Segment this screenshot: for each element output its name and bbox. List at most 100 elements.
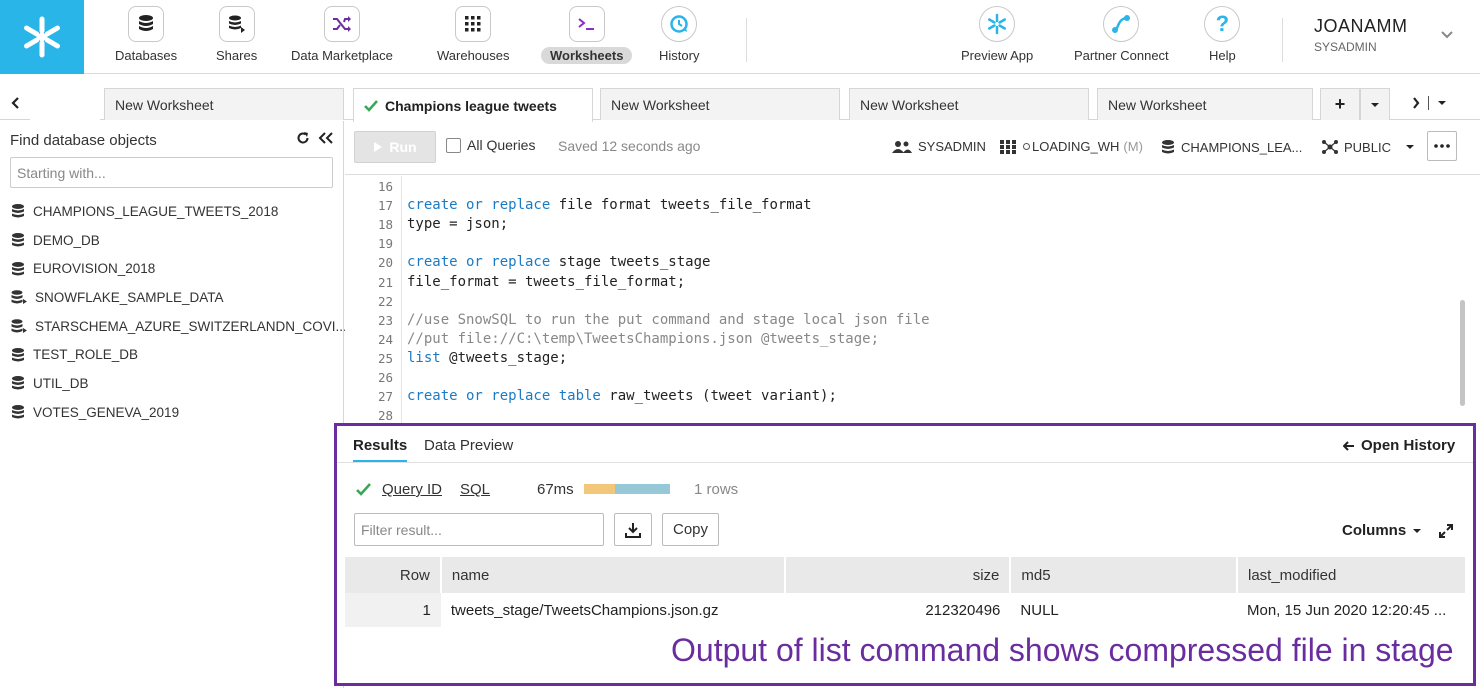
- results-tabs: Results Data Preview Open History: [337, 426, 1473, 463]
- nav-shares[interactable]: Shares: [207, 6, 266, 68]
- database-selector[interactable]: CHAMPIONS_LEA...: [1160, 139, 1302, 155]
- query-duration-bar: [584, 484, 670, 494]
- sidebar-item-shared-database[interactable]: SNOWFLAKE_SAMPLE_DATA: [10, 283, 340, 312]
- code-line[interactable]: 21 file_format = tweets_file_format;: [345, 273, 1445, 292]
- column-header-row[interactable]: Row: [345, 557, 442, 593]
- role-selector[interactable]: SYSADMIN: [891, 139, 986, 154]
- user-menu[interactable]: JOANAMM SYSADMIN: [1314, 16, 1408, 54]
- tab-champions-league-tweets[interactable]: Champions league tweets: [353, 88, 593, 122]
- tab-worksheet[interactable]: New Worksheet: [849, 88, 1089, 120]
- copy-button[interactable]: Copy: [662, 513, 719, 546]
- saved-status: Saved 12 seconds ago: [558, 138, 701, 154]
- warehouse-selector[interactable]: LOADING_WH (M): [1000, 139, 1143, 154]
- tab-data-preview[interactable]: Data Preview: [424, 437, 513, 460]
- refresh-icon[interactable]: [296, 131, 310, 145]
- more-options-button[interactable]: [1427, 131, 1457, 161]
- code-line[interactable]: 22: [345, 292, 1445, 311]
- warehouse-grid-icon: [455, 6, 492, 42]
- all-queries-checkbox[interactable]: All Queries: [446, 137, 535, 153]
- sidebar-item-database[interactable]: UTIL_DB: [10, 369, 340, 398]
- code-line[interactable]: 16: [345, 177, 1445, 196]
- tab-worksheet[interactable]: New Worksheet: [104, 88, 344, 120]
- chevron-left-icon[interactable]: [8, 94, 24, 112]
- chevron-right-icon[interactable]: [1412, 97, 1420, 109]
- column-header-name[interactable]: name: [440, 557, 786, 593]
- code-line[interactable]: 18 type = json;: [345, 215, 1445, 234]
- sidebar-item-database[interactable]: CHAMPIONS_LEAGUE_TWEETS_2018: [10, 197, 340, 226]
- nav-data-marketplace[interactable]: Data Marketplace: [282, 6, 402, 68]
- columns-dropdown[interactable]: Columns: [1342, 522, 1422, 539]
- sql-keyword: list: [407, 349, 441, 366]
- code-line[interactable]: 20 create or replace stage tweets_stage: [345, 253, 1445, 272]
- warehouse-status-dot: [1023, 143, 1030, 150]
- sidebar-item-shared-database[interactable]: STARSCHEMA_AZURE_SWITZERLANDN_COVI...: [10, 312, 347, 341]
- code-line[interactable]: 26: [345, 368, 1445, 387]
- nav-warehouses[interactable]: Warehouses: [428, 6, 519, 68]
- column-header-size[interactable]: size: [784, 557, 1012, 593]
- sidebar-item-database[interactable]: VOTES_GENEVA_2019: [10, 398, 340, 427]
- nav-label: History: [659, 48, 700, 63]
- chevron-down-icon[interactable]: [1440, 28, 1454, 42]
- code-line[interactable]: 17 create or replace file format tweets_f…: [345, 196, 1445, 215]
- column-header-md5[interactable]: md5: [1010, 557, 1238, 593]
- code-line[interactable]: 24 //put file://C:\temp\TweetsChampions.j…: [345, 330, 1445, 349]
- line-number: 20: [377, 255, 393, 271]
- table-row[interactable]: 1 tweets_stage/TweetsChampions.json.gz 2…: [345, 593, 1466, 627]
- code-line[interactable]: 27 create or replace table raw_tweets (tw…: [345, 387, 1445, 406]
- sidebar-item-label: TEST_ROLE_DB: [33, 347, 139, 363]
- code-line[interactable]: 25 list @tweets_stage;: [345, 349, 1445, 368]
- nav-label: Warehouses: [437, 48, 510, 63]
- code-line[interactable]: 23 //use SnowSQL to run the put command a…: [345, 311, 1445, 330]
- sidebar-item-database[interactable]: TEST_ROLE_DB: [10, 340, 340, 369]
- tabs-dropdown-button[interactable]: [1360, 88, 1390, 120]
- expand-icon[interactable]: [1439, 524, 1453, 538]
- cell-size: 212320496: [925, 601, 1001, 619]
- nav-help[interactable]: ? Help: [1200, 6, 1245, 68]
- database-label: CHAMPIONS_LEA...: [1181, 139, 1303, 155]
- nav-preview-app[interactable]: Preview App: [952, 6, 1042, 68]
- sidebar-item-database[interactable]: DEMO_DB: [10, 226, 340, 255]
- nav-partner-connect[interactable]: Partner Connect: [1065, 6, 1178, 68]
- nav-worksheets[interactable]: Worksheets: [541, 6, 633, 68]
- tab-results[interactable]: Results: [353, 437, 408, 462]
- database-search-input[interactable]: [10, 157, 333, 188]
- filter-result-input[interactable]: [354, 513, 604, 546]
- tab-worksheet[interactable]: New Worksheet: [1097, 88, 1313, 120]
- sql-editor[interactable]: 16 17 create or replace file format tweets…: [345, 176, 1480, 424]
- collapse-sidebar-icon[interactable]: [318, 132, 334, 144]
- add-worksheet-button[interactable]: +: [1320, 88, 1360, 120]
- caret-down-icon[interactable]: [1437, 99, 1447, 107]
- query-id-link[interactable]: Query ID: [382, 481, 442, 498]
- sql-keyword: create or replace table: [407, 388, 601, 405]
- nav-history[interactable]: History: [650, 6, 708, 68]
- caret-down-icon: [1371, 102, 1379, 107]
- cell-row: 1: [345, 593, 441, 627]
- line-number: 16: [377, 179, 393, 194]
- column-header-last-modified[interactable]: last_modified: [1236, 557, 1468, 593]
- schema-icon: [1322, 140, 1338, 154]
- tab-hidden-partial[interactable]: [30, 88, 100, 120]
- sidebar-item-database[interactable]: EUROVISION_2018: [10, 254, 340, 283]
- help-icon: ?: [1204, 6, 1241, 42]
- sql-link[interactable]: SQL: [460, 481, 490, 498]
- schema-selector[interactable]: PUBLIC: [1321, 139, 1420, 155]
- code-line[interactable]: 28: [345, 406, 1445, 424]
- top-navigation: Databases Shares Data Marketplace Wareho…: [0, 0, 1480, 74]
- nav-databases[interactable]: Databases: [106, 6, 186, 68]
- warehouse-size: (M): [1123, 139, 1143, 154]
- tab-worksheet[interactable]: New Worksheet: [600, 88, 840, 120]
- run-button[interactable]: Run: [354, 131, 436, 163]
- sql-token: raw_tweets (tweet variant);: [600, 388, 837, 405]
- code-text: create or replace stage tweets_stage: [407, 253, 710, 272]
- query-duration: 67ms: [537, 481, 574, 498]
- open-history-button[interactable]: Open History: [1343, 437, 1455, 454]
- code-line[interactable]: 19: [345, 234, 1445, 253]
- snowflake-logo-icon[interactable]: [0, 0, 84, 74]
- sidebar-item-label: DEMO_DB: [33, 232, 100, 248]
- checkbox-box[interactable]: [446, 137, 461, 153]
- ellipsis-icon: [1434, 144, 1450, 148]
- download-button[interactable]: [614, 513, 652, 546]
- editor-scrollbar[interactable]: [1460, 300, 1465, 406]
- terminal-icon: [568, 6, 605, 42]
- sql-keyword: create or replace: [407, 254, 551, 271]
